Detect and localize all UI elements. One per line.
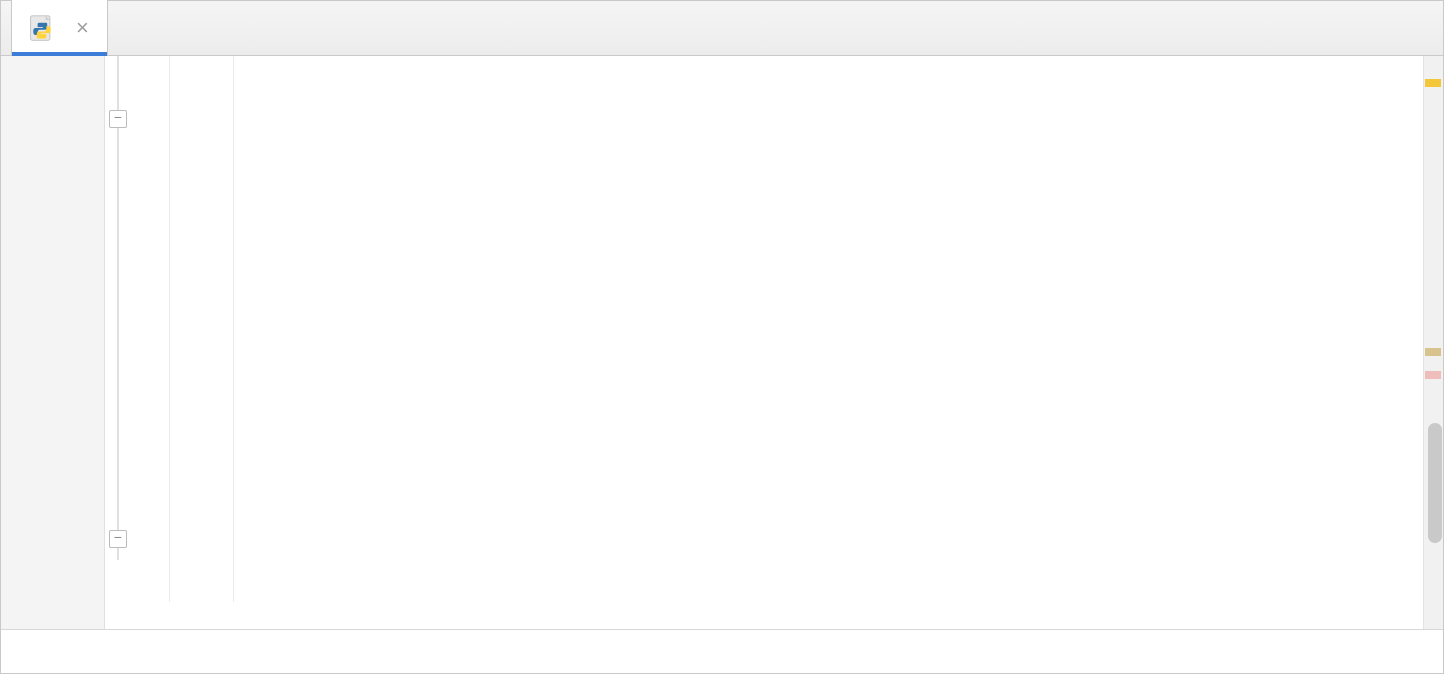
stripe-marker[interactable] [1425,79,1441,87]
python-file-icon [28,14,56,42]
indent-guide [233,56,234,602]
tab-bar: × [1,1,1443,56]
line-gutter [1,56,105,629]
close-icon[interactable]: × [76,15,89,41]
code-editor[interactable] [1,56,1443,629]
scrollbar-thumb[interactable] [1428,423,1442,543]
code-area[interactable] [105,56,1443,629]
error-stripe[interactable] [1423,56,1443,629]
stripe-marker[interactable] [1425,371,1441,379]
breadcrumb [1,629,1443,673]
stripe-marker[interactable] [1425,348,1441,356]
editor-tab[interactable]: × [11,0,108,55]
ide-window: × [0,0,1444,674]
indent-guide [169,56,170,602]
